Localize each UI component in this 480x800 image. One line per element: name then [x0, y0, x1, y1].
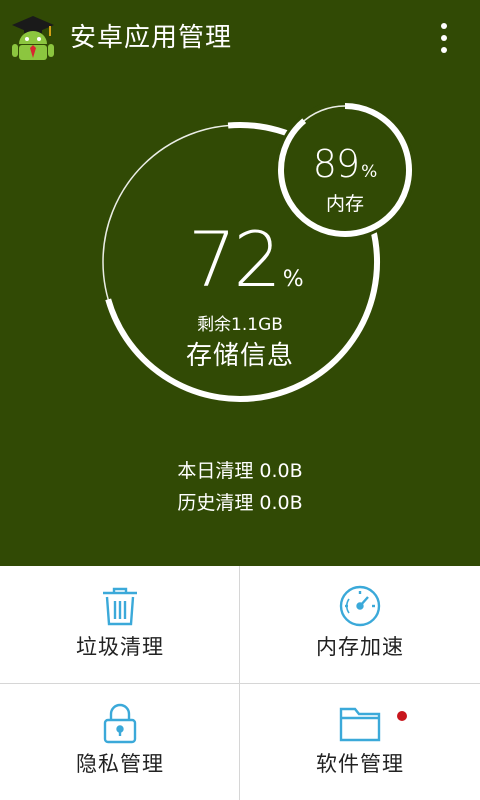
update-badge-dot — [397, 711, 407, 721]
history-clean-stat: 历史清理 0.0B — [177, 492, 303, 514]
junk-clean-tile[interactable]: 垃圾清理 — [0, 566, 240, 683]
padlock-icon — [98, 701, 142, 745]
privacy-manage-tile[interactable]: 隐私管理 — [0, 683, 240, 800]
clean-stats: 本日清理 0.0B 历史清理 0.0B — [120, 455, 360, 519]
memory-percent-value: 89 — [312, 142, 360, 186]
today-clean-stat: 本日清理 0.0B — [177, 460, 303, 482]
memory-percent: 89% — [300, 144, 390, 184]
storage-remaining: 剩余1.1GB — [197, 315, 283, 335]
folder-icon — [338, 701, 382, 745]
privacy-manage-label: 隐私管理 — [76, 752, 164, 776]
memory-label: 内存 — [325, 193, 364, 215]
junk-clean-label: 垃圾清理 — [76, 635, 164, 659]
software-manage-tile[interactable]: 软件管理 — [240, 683, 480, 800]
software-manage-label: 软件管理 — [316, 752, 404, 776]
feature-grid: 垃圾清理 内存加速 隐私管理 软件管理 — [0, 566, 480, 800]
app-screen: 安卓应用管理 72% 剩余1.1GB 存储信息 89% 内存 本日清理 0.0B… — [0, 0, 480, 800]
memory-boost-tile[interactable]: 内存加速 — [240, 566, 480, 683]
storage-percent-sign: % — [282, 267, 304, 292]
trash-can-icon — [98, 584, 142, 628]
storage-percent-value: 72 — [188, 215, 282, 304]
memory-boost-label: 内存加速 — [316, 635, 404, 659]
storage-percent: 72% — [188, 215, 318, 305]
storage-label: 存储信息 — [185, 341, 294, 371]
memory-percent-sign: % — [361, 162, 378, 182]
speedometer-icon — [338, 584, 382, 628]
header-panel: 安卓应用管理 72% 剩余1.1GB 存储信息 89% 内存 本日清理 0.0B… — [0, 0, 480, 566]
